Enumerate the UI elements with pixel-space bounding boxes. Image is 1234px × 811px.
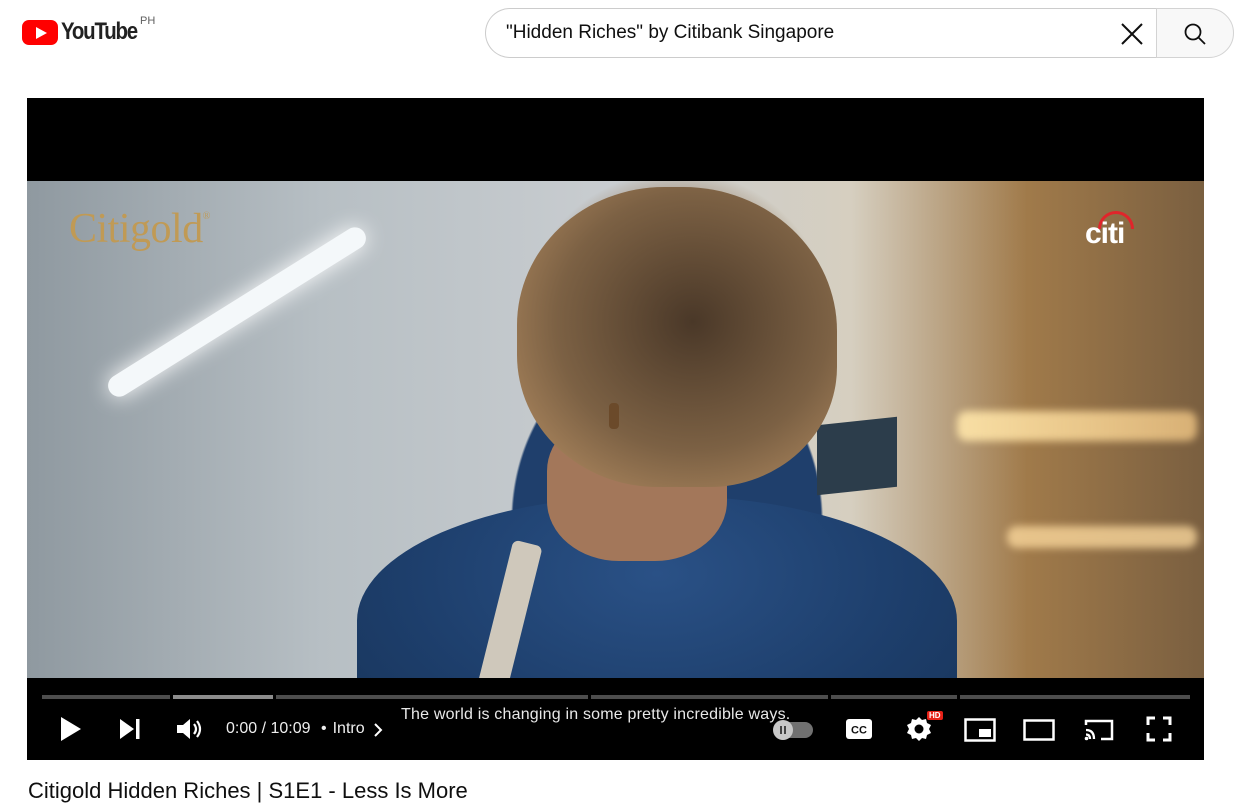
video-player[interactable]: Citigold® citi 0:00 / 10:09 •Intro The bbox=[27, 98, 1204, 760]
hd-badge: HD bbox=[927, 711, 943, 720]
chevron-right-icon[interactable] bbox=[373, 722, 383, 738]
country-code: PH bbox=[140, 15, 156, 27]
theater-mode-icon[interactable] bbox=[1023, 719, 1055, 741]
chapter-segment[interactable] bbox=[42, 695, 170, 699]
citigold-logo-text: Citigold bbox=[69, 206, 203, 252]
close-icon bbox=[1121, 23, 1143, 45]
miniplayer-icon[interactable] bbox=[964, 718, 996, 742]
cast-icon[interactable] bbox=[1083, 718, 1115, 742]
chapter-segment[interactable] bbox=[172, 695, 274, 699]
registered-mark: ® bbox=[202, 211, 211, 222]
clear-search-button[interactable] bbox=[1119, 21, 1145, 47]
chapter-segment[interactable] bbox=[830, 695, 957, 699]
caption-text: The world is changing in some pretty inc… bbox=[401, 706, 791, 723]
background-screen bbox=[817, 416, 897, 496]
search-box bbox=[485, 8, 1157, 58]
search-input[interactable] bbox=[506, 22, 1106, 44]
earring bbox=[609, 403, 619, 429]
chapter-segment[interactable] bbox=[590, 695, 828, 699]
youtube-logo[interactable]: YouTube bbox=[22, 18, 150, 46]
subtitles-icon[interactable]: CC bbox=[845, 718, 873, 740]
search-button[interactable] bbox=[1156, 8, 1234, 58]
chapter-segment[interactable] bbox=[276, 695, 588, 699]
citigold-logo: Citigold® bbox=[69, 205, 210, 253]
next-icon[interactable] bbox=[119, 718, 141, 740]
citi-logo-text: citi bbox=[1085, 217, 1125, 250]
video-title: Citigold Hidden Riches | S1E1 - Less Is … bbox=[28, 778, 468, 803]
chapter-segment[interactable] bbox=[959, 695, 1190, 699]
logo-text: YouTube bbox=[61, 18, 138, 45]
chapter-separator: • bbox=[321, 720, 327, 737]
time-display: 0:00 / 10:09 bbox=[226, 720, 311, 737]
subtitles-icon-label: CC bbox=[851, 725, 867, 737]
fullscreen-icon[interactable] bbox=[1146, 716, 1172, 742]
progress-bar[interactable] bbox=[42, 695, 1190, 699]
player-controls: 0:00 / 10:09 • Intro The world is changin… bbox=[27, 706, 1204, 760]
search-bar bbox=[485, 8, 1234, 58]
citi-logo: citi bbox=[1085, 211, 1141, 251]
search-icon bbox=[1184, 23, 1206, 45]
play-icon[interactable] bbox=[59, 716, 83, 742]
volume-icon[interactable] bbox=[175, 716, 203, 742]
autoplay-toggle[interactable] bbox=[773, 720, 813, 740]
background-lights bbox=[957, 411, 1197, 441]
youtube-play-logo-icon bbox=[22, 19, 58, 45]
autoplay-pause-icon bbox=[773, 720, 793, 740]
background-lights-lower bbox=[1007, 526, 1197, 548]
woman-head bbox=[517, 187, 837, 487]
video-frame[interactable]: Citigold® citi bbox=[27, 181, 1204, 678]
chapter-button[interactable]: • Intro bbox=[321, 720, 365, 738]
chapter-label: Intro bbox=[332, 720, 365, 737]
